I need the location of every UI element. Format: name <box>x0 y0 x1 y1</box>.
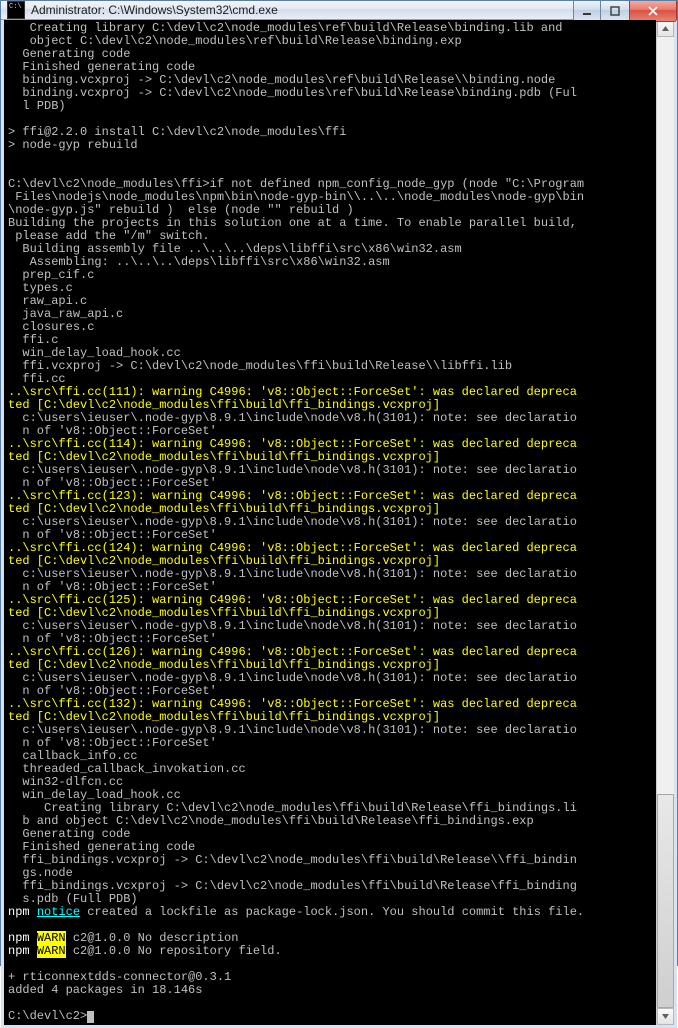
cmd-window: Administrator: C:\Windows\System32\cmd.e… <box>0 0 678 966</box>
scrollbar[interactable] <box>656 20 674 1025</box>
cmd-icon <box>7 1 25 19</box>
scroll-track[interactable] <box>657 37 674 1008</box>
client-area: Creating library C:\devl\c2\node_modules… <box>1 20 677 1028</box>
scroll-down-button[interactable] <box>657 1008 674 1025</box>
minimize-button[interactable] <box>573 1 601 22</box>
scroll-thumb[interactable] <box>657 794 674 1008</box>
titlebar[interactable]: Administrator: C:\Windows\System32\cmd.e… <box>1 1 677 20</box>
close-button[interactable] <box>629 1 677 22</box>
window-title: Administrator: C:\Windows\System32\cmd.e… <box>31 4 278 16</box>
terminal[interactable]: Creating library C:\devl\c2\node_modules… <box>4 20 656 1025</box>
scroll-up-button[interactable] <box>657 20 674 37</box>
maximize-button[interactable] <box>600 1 630 22</box>
window-buttons <box>574 1 677 21</box>
terminal-output: Creating library C:\devl\c2\node_modules… <box>8 22 652 1023</box>
